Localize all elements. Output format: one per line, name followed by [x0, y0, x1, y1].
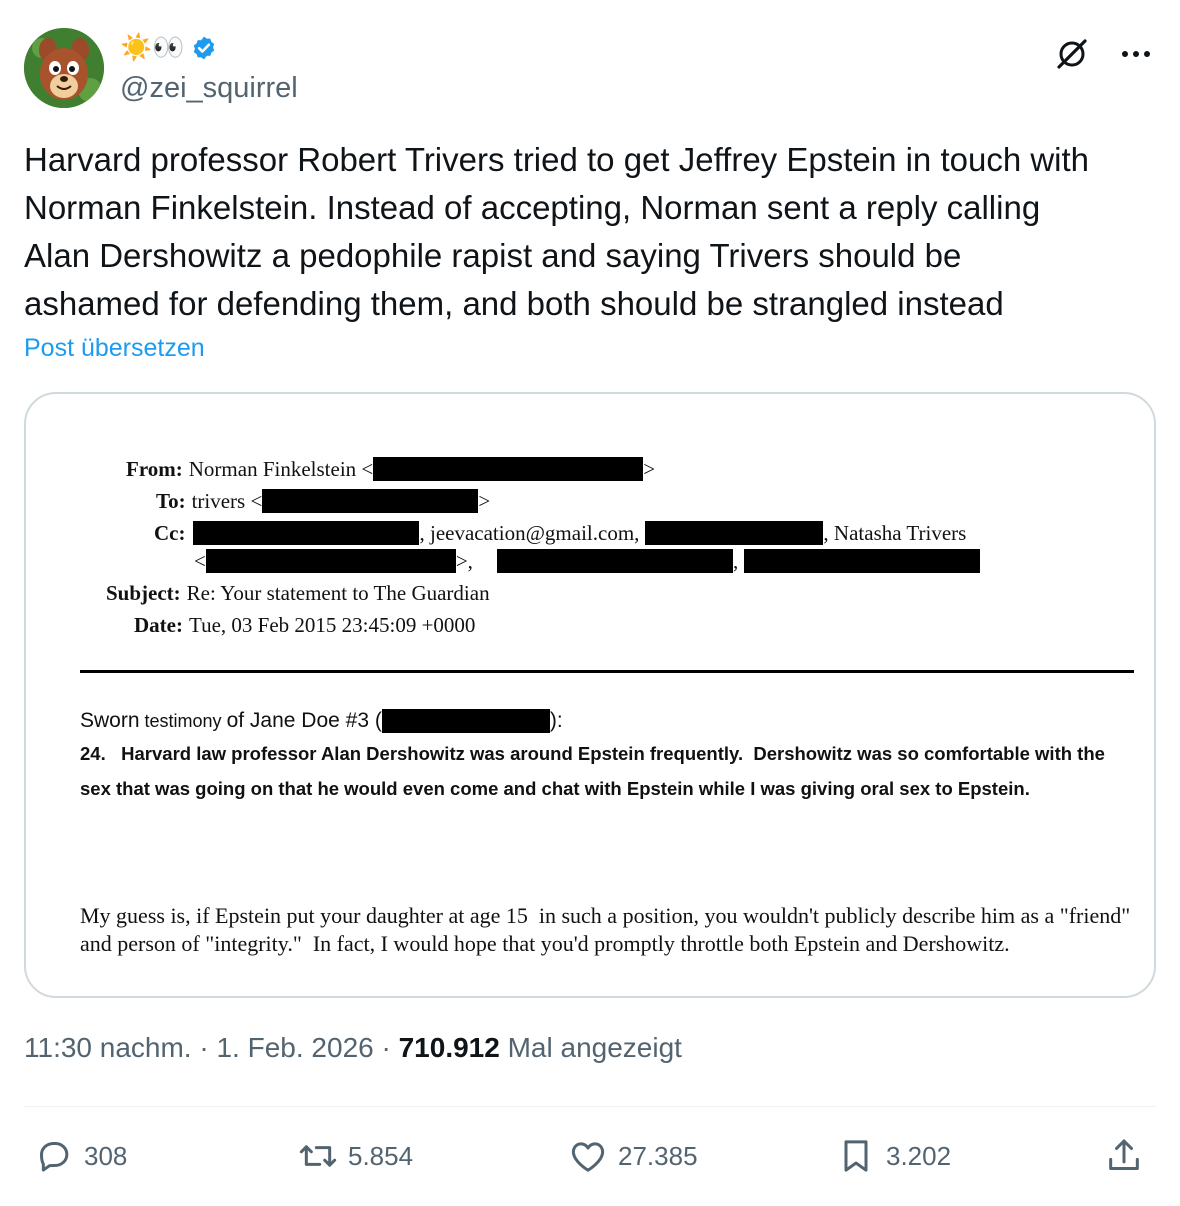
- redaction-block: [205, 549, 456, 573]
- bracket-text: >: [643, 457, 656, 481]
- redaction-block: [496, 549, 733, 573]
- cc-name: , Natasha Trivers: [823, 521, 967, 545]
- repost-count: 5.854: [348, 1140, 414, 1171]
- share-icon: [1109, 1139, 1139, 1170]
- actions-divider: [24, 1106, 1156, 1107]
- author-handle[interactable]: @zei_squirrel: [120, 72, 298, 105]
- to-value: trivers <: [191, 489, 263, 513]
- sworn-testimony-line: Sworn testimony of Jane Doe #3 ( ):: [80, 706, 563, 736]
- more-options-icon[interactable]: [1116, 36, 1156, 72]
- meta-separator: ·: [191, 1032, 217, 1063]
- bracket-text: >,: [455, 549, 473, 573]
- cc-email: , jeevacation@gmail.com,: [419, 521, 640, 545]
- redaction-block: [262, 489, 479, 513]
- tweet-meta: 11:30 nachm. · 1. Feb. 2026 · 710.912 Ma…: [24, 1032, 682, 1064]
- email-to-row: To: trivers < >: [156, 488, 490, 514]
- attached-document-image[interactable]: From: Norman Finkelstein < > To: trivers…: [24, 392, 1156, 998]
- subject-label: Subject:: [106, 581, 181, 605]
- avatar[interactable]: [24, 28, 104, 108]
- from-label: From:: [126, 457, 183, 481]
- display-name[interactable]: ☀️👀: [120, 32, 217, 64]
- like-count: 27.385: [618, 1140, 698, 1171]
- bracket-text: <: [194, 549, 206, 573]
- bracket-text: ,: [732, 549, 739, 573]
- redaction-block: [193, 521, 420, 545]
- date-label: Date:: [134, 613, 183, 637]
- bookmark-button[interactable]: 3.202: [836, 1130, 951, 1182]
- action-bar: 308 5.854 27.385 3.202: [24, 1130, 1156, 1182]
- bookmark-icon: [844, 1140, 868, 1172]
- reply-count: 308: [84, 1140, 128, 1171]
- to-label: To:: [156, 489, 186, 513]
- testimony-paragraph-24: 24. Harvard law professor Alan Dershowit…: [80, 743, 1105, 799]
- email-date-row: Date: Tue, 03 Feb 2015 23:45:09 +0000: [134, 612, 475, 638]
- email-from-row: From: Norman Finkelstein < >: [126, 456, 655, 482]
- squirrel-avatar-icon: [24, 28, 104, 108]
- share-button[interactable]: [1104, 1130, 1144, 1182]
- redaction-block: [645, 521, 824, 545]
- meta-separator: ·: [373, 1032, 399, 1063]
- sworn-word: Sworn: [80, 709, 140, 732]
- tweet-text: Harvard professor Robert Trivers tried t…: [24, 141, 1090, 322]
- redaction-block: [381, 709, 550, 733]
- tweet-time[interactable]: 11:30 nachm.: [24, 1032, 192, 1063]
- bracket-text: >: [478, 489, 491, 513]
- email-cc-row-2: < >, ,: [194, 548, 981, 574]
- subject-value: Re: Your statement to The Guardian: [186, 581, 490, 605]
- jane-doe-text: of Jane Doe #3 (: [226, 709, 382, 732]
- grok-icon[interactable]: [1052, 34, 1092, 74]
- email-document: From: Norman Finkelstein < > To: trivers…: [26, 394, 1154, 996]
- cc-label: Cc:: [154, 521, 186, 545]
- repost-icon: [299, 1145, 337, 1167]
- bookmark-count: 3.202: [886, 1140, 952, 1171]
- repost-button[interactable]: 5.854: [298, 1130, 413, 1182]
- like-button[interactable]: 27.385: [568, 1130, 698, 1182]
- email-cc-row: Cc: , jeevacation@gmail.com, , Natasha T…: [154, 520, 966, 546]
- display-name-emojis: ☀️👀: [120, 33, 185, 63]
- testimony-word: testimony: [144, 711, 222, 731]
- sworn-close: ):: [549, 709, 563, 732]
- reply-icon: [40, 1142, 69, 1172]
- date-value: Tue, 03 Feb 2015 23:45:09 +0000: [188, 613, 476, 637]
- redaction-block: [744, 549, 981, 573]
- redaction-block: [373, 457, 644, 481]
- tweet-header: ☀️👀 @zei_squirrel: [24, 26, 1156, 110]
- from-value: Norman Finkelstein <: [188, 457, 374, 481]
- finkelstein-reply-text: My guess is, if Epstein put your daughte…: [80, 903, 1131, 956]
- views-label: Mal angezeigt: [499, 1032, 682, 1063]
- reply-button[interactable]: 308: [34, 1130, 127, 1182]
- verified-badge-icon: [193, 36, 214, 60]
- translate-post-link[interactable]: Post übersetzen: [24, 334, 205, 363]
- divider-rule: [80, 670, 1134, 673]
- views-count: 710.912: [398, 1032, 500, 1063]
- email-subject-row: Subject: Re: Your statement to The Guard…: [106, 580, 490, 606]
- heart-icon: [571, 1142, 605, 1172]
- tweet-date[interactable]: 1. Feb. 2026: [216, 1032, 373, 1063]
